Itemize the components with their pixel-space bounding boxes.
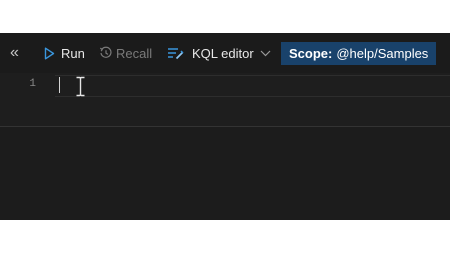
scope-selector[interactable]: Scope: @help/Samples bbox=[281, 42, 437, 65]
recall-label: Recall bbox=[116, 45, 153, 61]
history-icon bbox=[99, 46, 112, 58]
collapse-panel-icon[interactable]: « bbox=[10, 33, 19, 73]
chevron-down-icon bbox=[260, 50, 271, 56]
run-label: Run bbox=[61, 45, 85, 61]
line-number: 1 bbox=[29, 78, 36, 90]
current-line-highlight bbox=[55, 75, 450, 97]
play-icon bbox=[44, 47, 55, 59]
kql-editor-icon bbox=[168, 48, 184, 60]
results-pane bbox=[0, 127, 450, 220]
scope-value: @help/Samples bbox=[336, 46, 429, 61]
editor-mode-label: KQL editor bbox=[192, 45, 254, 61]
scope-prefix: Scope: bbox=[289, 46, 333, 61]
text-caret bbox=[59, 77, 60, 93]
query-editor[interactable]: 1 bbox=[0, 73, 450, 126]
editor-mode-dropdown[interactable]: KQL editor bbox=[167, 33, 271, 73]
text-cursor-icon bbox=[76, 76, 85, 97]
run-button[interactable]: Run bbox=[44, 33, 85, 73]
recall-button[interactable]: Recall bbox=[99, 33, 152, 73]
query-window: « Run Recall KQL editor Scope: @help/Sam… bbox=[0, 33, 450, 220]
query-toolbar: « Run Recall KQL editor Scope: @help/Sam… bbox=[0, 33, 450, 73]
